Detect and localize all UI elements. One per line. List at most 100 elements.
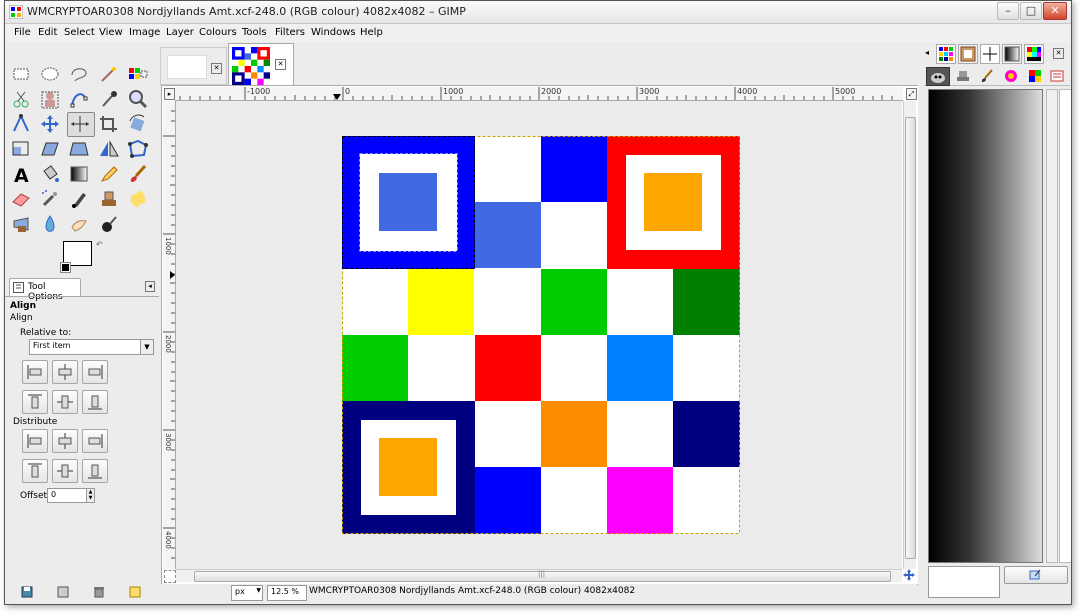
align-middle-button[interactable] <box>52 390 78 414</box>
canvas-area[interactable] <box>176 101 902 569</box>
reset-colours-icon[interactable] <box>60 262 71 273</box>
horizontal-ruler[interactable]: -1000 0 1000 2000 3000 4000 5000 <box>175 87 903 101</box>
menu-select[interactable]: Select <box>64 27 95 38</box>
distribute-center-button[interactable] <box>52 429 78 453</box>
maximize-button[interactable]: □ <box>1020 2 1042 20</box>
airbrush-icon[interactable] <box>38 188 62 210</box>
tool-options-tab[interactable]: Tool Options <box>9 278 81 302</box>
blend-icon[interactable] <box>67 163 91 185</box>
menu-tools[interactable]: Tools <box>242 27 267 38</box>
distribute-bottom-button[interactable] <box>82 459 108 483</box>
vertical-scrollbar[interactable] <box>903 101 916 569</box>
align-bottom-edge-button[interactable] <box>82 390 108 414</box>
fonts-icon[interactable] <box>1050 69 1064 83</box>
menu-edit[interactable]: Edit <box>38 27 57 38</box>
menu-file[interactable]: File <box>14 27 31 38</box>
scissors-icon[interactable] <box>9 88 33 110</box>
align-tool-icon[interactable] <box>67 112 95 137</box>
perspective-clone-icon[interactable] <box>9 213 33 235</box>
palettes-tab[interactable] <box>1024 44 1044 64</box>
offset-spinner[interactable]: ▲ ▼ <box>86 488 95 503</box>
swap-colours-icon[interactable]: ↶ <box>96 240 103 249</box>
text-tool-icon[interactable]: A <box>9 163 33 187</box>
minimize-button[interactable]: – <box>997 2 1019 20</box>
measure-icon[interactable] <box>9 113 33 135</box>
gradient-name-field[interactable] <box>928 566 1000 598</box>
menu-image[interactable]: Image <box>129 27 160 38</box>
paintbrush-icon[interactable] <box>126 163 150 185</box>
flip-icon[interactable] <box>97 138 121 160</box>
edit-gradient-button[interactable] <box>1004 566 1068 584</box>
menu-help[interactable]: Help <box>360 27 383 38</box>
dodge-burn-icon[interactable] <box>97 213 121 235</box>
smudge-icon[interactable] <box>67 213 91 235</box>
eraser-icon[interactable] <box>9 188 33 210</box>
rotate-icon[interactable] <box>126 113 150 135</box>
align-top-edge-button[interactable] <box>22 390 48 414</box>
restore-options-icon[interactable] <box>57 586 69 598</box>
horizontal-scrollbar[interactable]: ||| <box>176 569 902 582</box>
foreground-select-icon[interactable] <box>38 88 62 110</box>
pencil-icon[interactable] <box>97 163 121 185</box>
gimp-wilber-tab[interactable] <box>926 67 950 86</box>
colour-picker-icon[interactable] <box>97 88 121 110</box>
align-left-edge-button[interactable] <box>22 360 48 384</box>
distribute-right-button[interactable] <box>82 429 108 453</box>
rect-select-icon[interactable] <box>9 63 33 85</box>
colour-wheel-icon[interactable] <box>1004 69 1018 83</box>
gradient-preview[interactable] <box>928 89 1043 563</box>
ink-icon[interactable] <box>67 188 91 210</box>
menu-colours[interactable]: Colours <box>199 27 237 38</box>
navigate-icon[interactable] <box>903 569 915 581</box>
align-center-button[interactable] <box>52 360 78 384</box>
distribute-middle-button[interactable] <box>52 459 78 483</box>
scale-icon[interactable] <box>9 138 33 160</box>
image-canvas[interactable] <box>342 136 740 534</box>
zoom-icon[interactable] <box>126 88 150 110</box>
heal-icon[interactable] <box>126 188 150 210</box>
shear-icon[interactable] <box>38 138 62 160</box>
brushes-tab[interactable] <box>980 44 1000 64</box>
delete-options-icon[interactable] <box>93 586 105 598</box>
dock-menu-button[interactable]: ◂ <box>145 281 155 292</box>
menu-view[interactable]: View <box>99 27 123 38</box>
blur-icon[interactable] <box>38 213 62 235</box>
lasso-icon[interactable] <box>67 63 91 85</box>
perspective-icon[interactable] <box>67 138 91 160</box>
distribute-top-button[interactable] <box>22 459 48 483</box>
select-by-colour-icon[interactable] <box>126 63 150 85</box>
close-tab-icon[interactable]: ✕ <box>211 63 222 74</box>
dock-menu-button[interactable]: ◂ <box>925 48 931 57</box>
swatch-icon[interactable] <box>1028 69 1042 83</box>
quick-mask-toggle[interactable] <box>164 570 176 583</box>
cage-transform-icon[interactable] <box>126 138 150 160</box>
zoom-to-fit-button[interactable]: ⤢ <box>906 88 917 100</box>
vertical-ruler[interactable]: 1000 2000 3000 4000 <box>163 101 176 569</box>
clone-icon[interactable] <box>97 188 121 210</box>
offset-field[interactable]: 0 <box>47 488 87 503</box>
patterns-tab[interactable] <box>936 44 956 64</box>
align-right-edge-button[interactable] <box>82 360 108 384</box>
gradients-tab[interactable] <box>1002 44 1022 64</box>
stamp-icon[interactable] <box>956 69 970 83</box>
menu-layer[interactable]: Layer <box>166 27 194 38</box>
paintbrush-icon[interactable] <box>980 69 994 83</box>
image-menu-button[interactable]: ▸ <box>164 88 175 100</box>
move-icon[interactable] <box>38 113 62 135</box>
distribute-left-button[interactable] <box>22 429 48 453</box>
crop-icon[interactable] <box>97 113 121 135</box>
gradient-list-scrollbar[interactable] <box>1046 89 1058 563</box>
image-tab-empty[interactable]: ✕ <box>160 47 227 85</box>
unit-select[interactable]: px ▼ <box>231 585 263 601</box>
dock-close-button[interactable]: ✕ <box>1053 48 1064 59</box>
zoom-select[interactable]: 12.5 % <box>267 585 307 601</box>
close-button[interactable]: ✕ <box>1043 2 1067 20</box>
menu-windows[interactable]: Windows <box>311 27 356 38</box>
image-tab-active[interactable]: ✕ <box>228 43 294 86</box>
paths-icon[interactable] <box>67 88 91 110</box>
close-tab-icon[interactable]: ✕ <box>275 59 286 70</box>
image-thumb-tab[interactable] <box>958 44 978 64</box>
relative-to-select[interactable]: First item ▼ <box>29 339 154 355</box>
vertical-scrollbar-thumb[interactable] <box>905 117 916 559</box>
ellipse-select-icon[interactable] <box>38 63 62 85</box>
